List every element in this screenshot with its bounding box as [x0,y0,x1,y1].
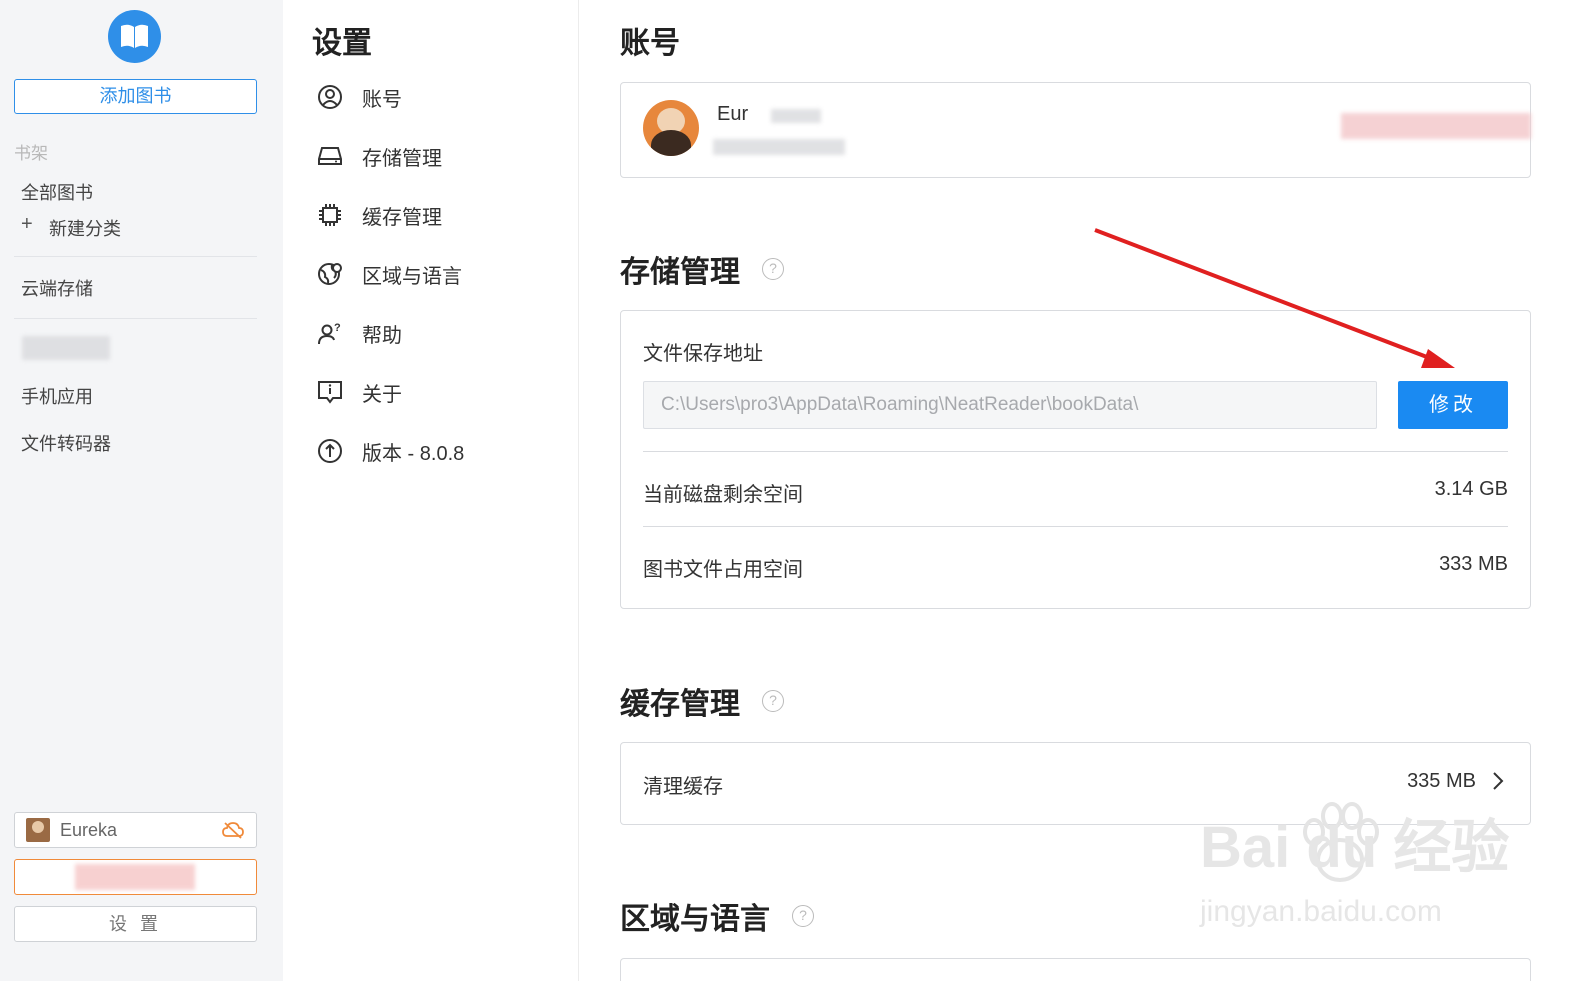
region-card [620,958,1531,981]
nav-item-label: 区域与语言 [362,265,462,288]
nav-item-cache[interactable]: 缓存管理 [316,200,442,230]
user-circle-icon [316,83,344,111]
help-icon[interactable]: ? [762,690,784,712]
storage-card: 文件保存地址 修改 当前磁盘剩余空间 3.14 GB 图书文件占用空间 333 … [620,310,1531,609]
book-space-label: 图书文件占用空间 [643,559,803,581]
redacted-text [713,139,845,155]
help-icon[interactable]: ? [762,258,784,280]
file-converter-item[interactable]: 文件转码器 [21,430,111,456]
cloud-off-icon[interactable] [222,821,244,839]
avatar [26,818,50,842]
nav-item-version[interactable]: 版本 - 8.0.8 [316,436,464,466]
new-category-item[interactable]: 新建分类 [49,215,121,241]
nav-item-account[interactable]: 账号 [316,82,402,112]
nav-item-storage[interactable]: 存储管理 [316,141,442,171]
clear-cache-label: 清理缓存 [643,776,723,798]
chip-icon [316,201,344,229]
nav-item-label: 关于 [362,383,402,406]
row-divider [643,451,1508,452]
nav-item-label: 账号 [362,88,402,111]
account-section-title: 账号 [620,18,680,62]
nav-item-label: 存储管理 [362,147,442,170]
info-chat-icon [316,378,344,406]
account-card[interactable]: Eur [620,82,1531,178]
region-section-title: 区域与语言 ? [620,894,814,938]
left-sidebar: 添加图书 书架 全部图书 + 新建分类 云端存储 手机应用 文件转码器 Eure… [0,0,283,981]
settings-button[interactable]: 设 置 [14,906,257,942]
redacted-text[interactable] [1341,113,1531,139]
free-space-value: 3.14 GB [1434,478,1508,500]
nav-item-label: 帮助 [362,324,402,347]
svg-text:?: ? [334,322,341,334]
redacted-text [75,864,195,890]
save-path-label: 文件保存地址 [643,343,763,365]
settings-title: 设置 [312,27,372,60]
user-name: Eureka [60,820,118,840]
storage-section-title: 存储管理 ? [620,247,784,291]
section-title-text: 区域与语言 [620,903,770,936]
book-space-value: 333 MB [1439,553,1508,575]
mobile-app-item[interactable]: 手机应用 [21,383,93,409]
redacted-orange-button[interactable] [14,859,257,895]
redacted-item[interactable] [22,336,110,360]
cache-section-title: 缓存管理 ? [620,679,784,723]
all-books-item[interactable]: 全部图书 [21,179,93,205]
globe-icon [316,260,344,288]
nav-item-help[interactable]: ? 帮助 [316,318,402,348]
chevron-right-icon[interactable] [1492,771,1504,791]
settings-nav: 设置 账号 存储管理 缓存管理 区域与语言 ? 帮助 关于 版本 - 8.0.8 [283,0,579,981]
nav-item-region-language[interactable]: 区域与语言 [316,259,462,289]
row-divider [643,526,1508,527]
nav-item-label: 版本 - 8.0.8 [362,442,465,465]
help-icon[interactable]: ? [792,905,814,927]
sidebar-divider [14,256,257,257]
save-path-input[interactable] [643,381,1377,429]
avatar [643,100,699,156]
hard-drive-icon [316,142,344,170]
bookshelf-heading: 书架 [14,144,48,163]
clear-cache-row[interactable]: 清理缓存 335 MB [620,742,1531,825]
plus-icon[interactable]: + [21,213,33,236]
free-space-label: 当前磁盘剩余空间 [643,484,803,506]
app-logo-icon [108,10,161,63]
help-person-icon: ? [316,319,344,347]
redacted-text [771,109,821,123]
cache-size-value: 335 MB [1407,770,1476,792]
section-title-text: 存储管理 [620,256,740,289]
user-account-box[interactable]: Eureka [14,812,257,848]
upgrade-icon [316,437,344,465]
sidebar-divider [14,318,257,319]
settings-content: 账号 Eur 存储管理 ? 文件保存地址 修改 当前磁盘剩余空间 3.14 GB… [579,0,1590,981]
section-title-text: 账号 [620,27,680,60]
add-book-button[interactable]: 添加图书 [14,79,257,114]
nav-item-about[interactable]: 关于 [316,377,402,407]
cloud-storage-item[interactable]: 云端存储 [21,275,93,301]
account-name: Eur [717,103,749,125]
section-title-text: 缓存管理 [620,688,740,721]
nav-item-label: 缓存管理 [362,206,442,229]
modify-path-button[interactable]: 修改 [1398,381,1508,429]
